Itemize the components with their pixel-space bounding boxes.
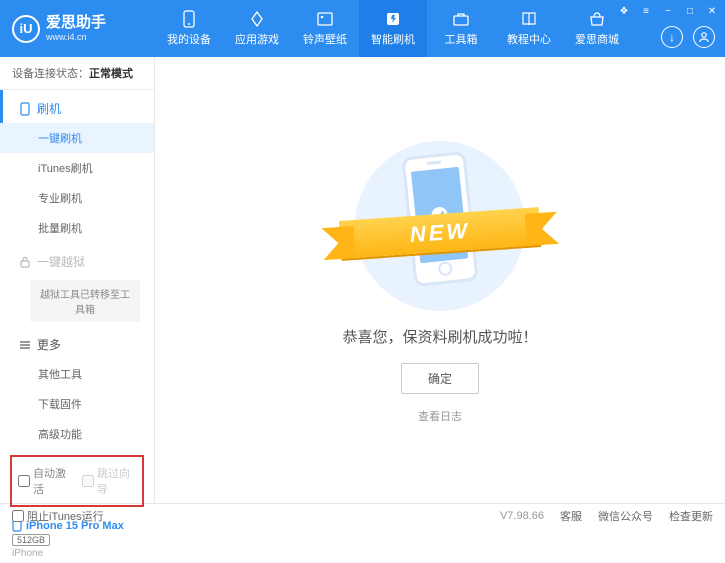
sidebar-item-advanced[interactable]: 高级功能 (0, 419, 154, 449)
sidebar-item-oneclick[interactable]: 一键刷机 (0, 123, 154, 153)
store-icon (587, 10, 607, 28)
device-icon (179, 10, 199, 28)
phone-icon (19, 102, 31, 116)
nav-label: 工具箱 (445, 31, 478, 47)
jailbreak-note: 越狱工具已转移至工具箱 (30, 280, 140, 322)
ok-button[interactable]: 确定 (401, 363, 479, 394)
window-controls: ❖ ≡ − □ ✕ (617, 4, 719, 18)
nav-my-device[interactable]: 我的设备 (155, 0, 223, 57)
image-icon (315, 10, 335, 28)
checkbox-label: 阻止iTunes运行 (27, 508, 104, 524)
main-panel: NEW 恭喜您，保资料刷机成功啦！ 确定 查看日志 (155, 57, 725, 503)
nav-ringtones[interactable]: 铃声壁纸 (291, 0, 359, 57)
footer-link-wechat[interactable]: 微信公众号 (598, 508, 653, 524)
user-icon[interactable] (693, 26, 715, 48)
device-storage: 512GB (12, 534, 50, 546)
logo-icon: iU (12, 15, 40, 43)
section-label: 更多 (37, 336, 61, 353)
top-nav: 我的设备 应用游戏 铃声壁纸 智能刷机 工具箱 教程中心 爱思商城 (155, 0, 631, 57)
status-label: 设备连接状态： (12, 68, 89, 80)
nav-label: 爱思商城 (575, 31, 619, 47)
status-value: 正常模式 (89, 68, 133, 80)
nav-label: 智能刷机 (371, 31, 415, 47)
section-more[interactable]: 更多 (0, 326, 154, 359)
device-status: 设备连接状态：正常模式 (0, 57, 154, 90)
nav-apps[interactable]: 应用游戏 (223, 0, 291, 57)
version-text: V7.98.66 (500, 510, 544, 522)
lock-icon (19, 256, 31, 268)
view-log-link[interactable]: 查看日志 (418, 408, 462, 424)
section-jailbreak: 一键越狱 (0, 243, 154, 276)
brand-url: www.i4.cn (46, 32, 106, 42)
app-header: iU 爱思助手 www.i4.cn 我的设备 应用游戏 铃声壁纸 智能刷机 工具… (0, 0, 725, 57)
section-label: 一键越狱 (37, 253, 85, 270)
apps-icon (247, 10, 267, 28)
nav-toolbox[interactable]: 工具箱 (427, 0, 495, 57)
brand-name: 爱思助手 (46, 15, 106, 32)
section-flash[interactable]: 刷机 (0, 90, 154, 123)
device-type: iPhone (12, 548, 142, 559)
minimize-icon[interactable]: − (661, 4, 675, 18)
list-icon[interactable]: ≡ (639, 4, 653, 18)
checkbox-skip-guide[interactable]: 跳过向导 (82, 465, 136, 497)
checkbox-label: 跳过向导 (97, 465, 136, 497)
download-icon[interactable]: ↓ (661, 26, 683, 48)
close-icon[interactable]: ✕ (705, 4, 719, 18)
user-area: ↓ (661, 26, 715, 48)
flash-icon (383, 10, 403, 28)
checkbox-block-itunes[interactable]: 阻止iTunes运行 (12, 508, 104, 524)
section-label: 刷机 (37, 100, 61, 117)
nav-label: 教程中心 (507, 31, 551, 47)
more-icon (19, 339, 31, 351)
sidebar: 设备连接状态：正常模式 刷机 一键刷机 iTunes刷机 专业刷机 批量刷机 一… (0, 57, 155, 503)
sidebar-item-other[interactable]: 其他工具 (0, 359, 154, 389)
options-box: 自动激活 跳过向导 (10, 455, 144, 507)
toolbox-icon (451, 10, 471, 28)
sidebar-item-pro[interactable]: 专业刷机 (0, 183, 154, 213)
success-illustration: NEW (350, 136, 530, 316)
book-icon (519, 10, 539, 28)
nav-label: 我的设备 (167, 31, 211, 47)
checkbox-auto-activate[interactable]: 自动激活 (18, 465, 72, 497)
sidebar-item-itunes[interactable]: iTunes刷机 (0, 153, 154, 183)
checkbox-label: 自动激活 (33, 465, 72, 497)
logo-area: iU 爱思助手 www.i4.cn (0, 15, 155, 43)
nav-label: 铃声壁纸 (303, 31, 347, 47)
menu-icon[interactable]: ❖ (617, 4, 631, 18)
nav-label: 应用游戏 (235, 31, 279, 47)
sidebar-item-batch[interactable]: 批量刷机 (0, 213, 154, 243)
nav-smart-flash[interactable]: 智能刷机 (359, 0, 427, 57)
sidebar-item-download[interactable]: 下载固件 (0, 389, 154, 419)
nav-tutorials[interactable]: 教程中心 (495, 0, 563, 57)
maximize-icon[interactable]: □ (683, 4, 697, 18)
footer-link-update[interactable]: 检查更新 (669, 508, 713, 524)
footer-link-support[interactable]: 客服 (560, 508, 582, 524)
success-message: 恭喜您，保资料刷机成功啦！ (342, 326, 537, 347)
